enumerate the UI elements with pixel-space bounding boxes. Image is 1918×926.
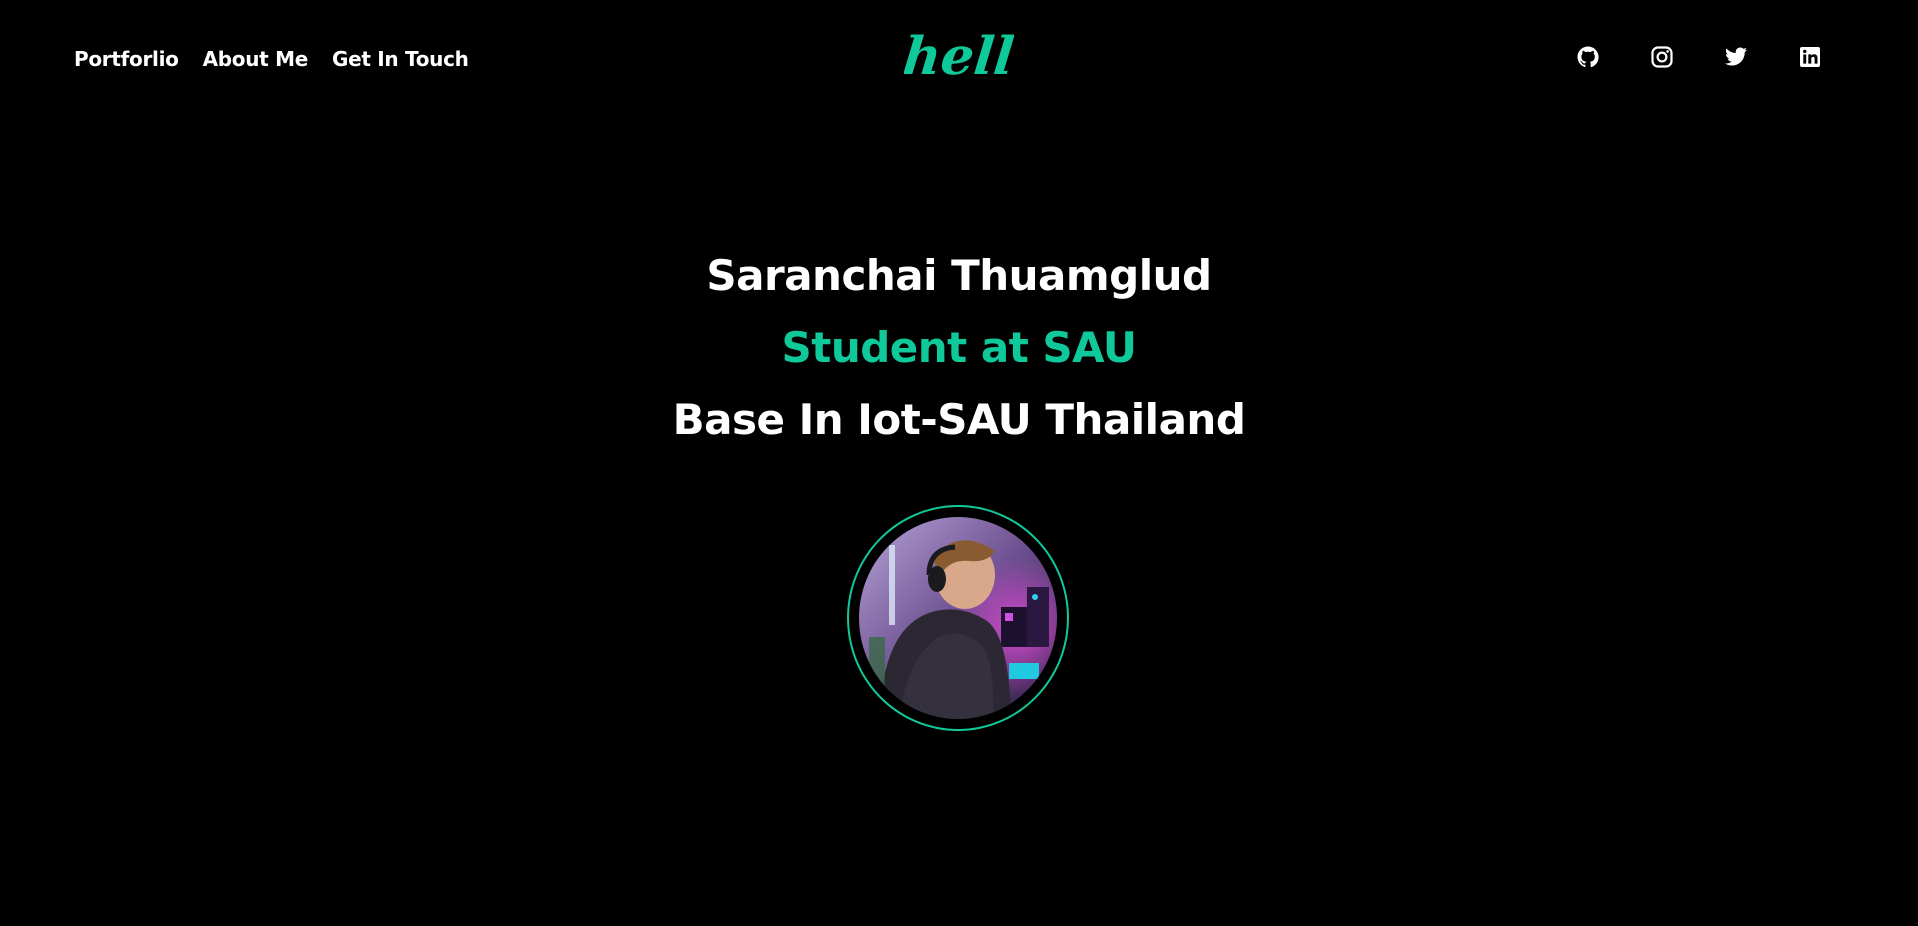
avatar	[859, 517, 1057, 719]
linkedin-icon[interactable]	[1798, 45, 1822, 69]
nav-portfolio-link[interactable]: Portforlio	[74, 44, 179, 74]
instagram-icon[interactable]	[1650, 45, 1674, 69]
hero-name: Saranchai Thuamglud	[706, 251, 1212, 300]
hero-location: Base In Iot-SAU Thailand	[672, 395, 1246, 444]
profile-photo	[859, 517, 1057, 719]
hero-section: Saranchai Thuamglud Student at SAU Base …	[0, 240, 1918, 456]
logo-text: hello	[904, 26, 1014, 87]
twitter-icon[interactable]	[1724, 45, 1748, 69]
main-nav: Portforlio About Me Get In Touch	[74, 44, 469, 74]
hello-logo[interactable]: hello	[904, 12, 1014, 92]
social-links	[1576, 45, 1822, 69]
page: Portforlio About Me Get In Touch hello S…	[0, 0, 1918, 926]
avatar-ring	[847, 505, 1069, 731]
hero-role: Student at SAU	[781, 323, 1137, 372]
github-icon[interactable]	[1576, 45, 1600, 69]
nav-about-me-link[interactable]: About Me	[203, 44, 309, 74]
nav-get-in-touch-link[interactable]: Get In Touch	[332, 44, 469, 74]
